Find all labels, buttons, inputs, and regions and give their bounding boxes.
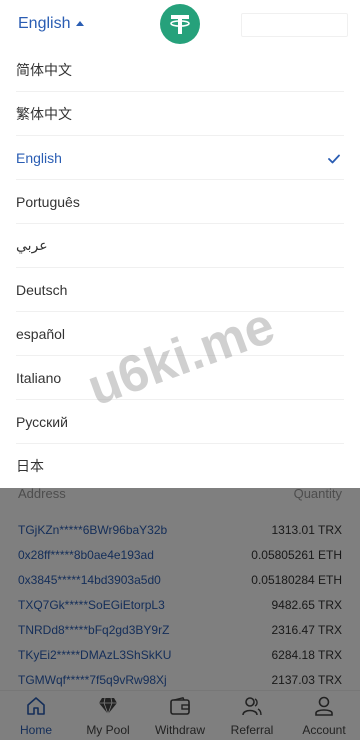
language-option[interactable]: 日本 [16, 444, 344, 487]
language-label: عربي [16, 237, 48, 253]
language-label: Deutsch [16, 281, 68, 298]
language-option[interactable]: 繁体中文 [16, 92, 344, 136]
language-option[interactable]: Italiano [16, 356, 344, 400]
language-option[interactable]: español [16, 312, 344, 356]
language-option[interactable]: 简体中文 [16, 48, 344, 92]
language-label: Русский [16, 413, 68, 430]
language-label: Português [16, 193, 80, 210]
current-language: English [18, 15, 71, 32]
language-label: 简体中文 [16, 61, 72, 78]
language-option[interactable]: عربي [16, 224, 344, 268]
language-label: Italiano [16, 369, 62, 386]
language-label: 日本 [16, 457, 44, 474]
top-header: English [0, 0, 360, 49]
header-action-box[interactable] [241, 13, 348, 37]
tether-logo-icon [160, 4, 200, 44]
language-label: English [16, 149, 62, 166]
language-menu: 简体中文 繁体中文 English Português عربي Deutsch… [0, 48, 360, 488]
language-label: español [16, 325, 66, 342]
language-toggle[interactable]: English [18, 14, 85, 34]
check-icon [328, 151, 340, 167]
caret-up-icon [76, 20, 85, 26]
language-option[interactable]: Português [16, 180, 344, 224]
language-option[interactable]: Deutsch [16, 268, 344, 312]
language-option[interactable]: Русский [16, 400, 344, 444]
language-option-selected[interactable]: English [16, 136, 344, 180]
language-label: 繁体中文 [16, 105, 72, 122]
